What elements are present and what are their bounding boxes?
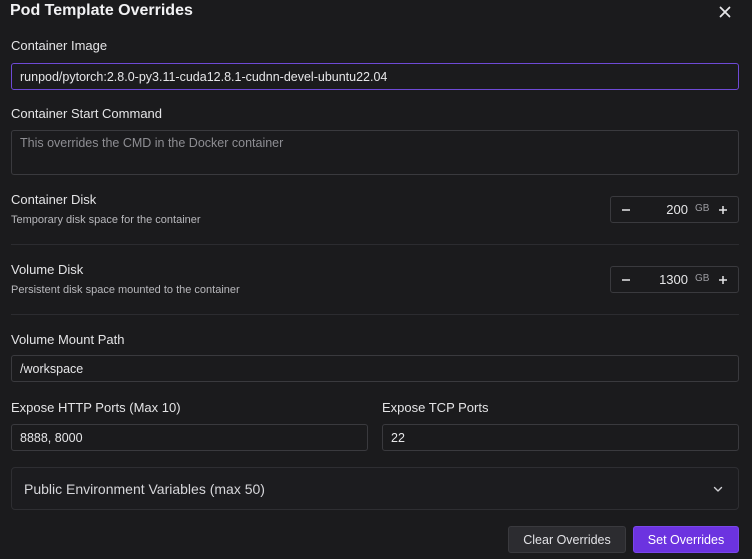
volume-mount-input[interactable] [11,355,739,382]
container-disk-description: Temporary disk space for the container [11,214,201,226]
container-image-input[interactable] [11,63,739,90]
container-disk-increment-button[interactable] [710,197,736,222]
container-disk-label: Container Disk [11,192,97,207]
minus-icon [622,278,630,281]
volume-disk-description: Persistent disk space mounted to the con… [11,284,240,296]
plus-icon [719,205,727,214]
tcp-ports-label: Expose TCP Ports [382,400,489,415]
close-button[interactable] [714,2,736,22]
env-vars-accordion[interactable]: Public Environment Variables (max 50) [11,467,739,510]
set-overrides-button[interactable]: Set Overrides [633,526,739,553]
env-vars-label: Public Environment Variables (max 50) [24,481,265,497]
plus-icon [719,275,727,284]
tcp-ports-input[interactable] [382,424,739,451]
volume-disk-decrement-button[interactable] [613,267,639,292]
volume-disk-value[interactable]: 1300 [659,272,688,287]
volume-disk-increment-button[interactable] [710,267,736,292]
http-ports-label: Expose HTTP Ports (Max 10) [11,400,181,415]
divider [11,244,739,245]
minus-icon [622,208,630,211]
divider [11,314,739,315]
container-disk-value[interactable]: 200 [666,202,688,217]
chevron-down-icon [713,486,723,492]
container-disk-stepper: 200 GB [610,196,739,223]
pod-template-overrides-dialog: Pod Template Overrides Container Image C… [0,0,752,559]
volume-disk-unit: GB [695,273,710,284]
container-disk-decrement-button[interactable] [613,197,639,222]
http-ports-input[interactable] [11,424,368,451]
container-image-label: Container Image [11,38,108,53]
volume-disk-label: Volume Disk [11,262,84,277]
start-command-label: Container Start Command [11,106,163,121]
volume-disk-stepper: 1300 GB [610,266,739,293]
volume-mount-label: Volume Mount Path [11,332,125,347]
close-icon [719,6,731,18]
start-command-textarea[interactable] [11,130,739,175]
container-disk-unit: GB [695,203,710,214]
clear-overrides-button[interactable]: Clear Overrides [508,526,626,553]
dialog-title: Pod Template Overrides [10,2,193,19]
